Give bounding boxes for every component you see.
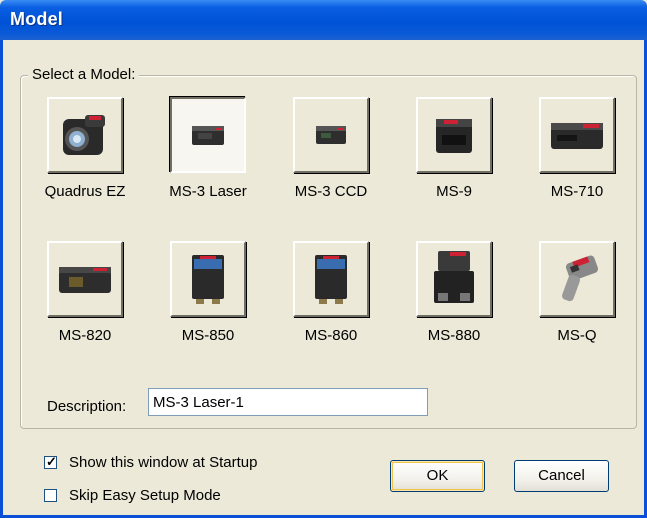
title-bar[interactable]: Model <box>0 0 647 40</box>
model-button[interactable] <box>293 241 369 317</box>
model-button[interactable] <box>293 97 369 173</box>
model-label: MS-3 Laser <box>169 183 247 200</box>
model-option-ms-3-laser[interactable]: MS-3 Laser <box>152 97 264 200</box>
checkbox-checked[interactable]: ✓ <box>44 454 57 469</box>
model-option-ms-q[interactable]: MS-Q <box>521 241 633 344</box>
checkmark-icon: ✓ <box>46 454 57 469</box>
model-button[interactable] <box>47 241 123 317</box>
show-startup-label: Show this window at Startup <box>69 454 258 471</box>
window-title: Model <box>10 9 63 29</box>
skip-easy-setup-label: Skip Easy Setup Mode <box>69 487 221 504</box>
model-option-ms-860[interactable]: MS-860 <box>275 241 387 344</box>
model-option-ms-9[interactable]: MS-9 <box>398 97 510 200</box>
window-border-left <box>0 40 3 518</box>
model-option-ms-850[interactable]: MS-850 <box>152 241 264 344</box>
model-option-quadrus-ez[interactable]: Quadrus EZ <box>29 97 141 200</box>
model-button[interactable] <box>416 241 492 317</box>
model-button[interactable] <box>416 97 492 173</box>
model-option-ms-880[interactable]: MS-880 <box>398 241 510 344</box>
model-option-ms-3-ccd[interactable]: MS-3 CCD <box>275 97 387 200</box>
ms710-scanner-icon <box>551 123 603 149</box>
groupbox-label: Select a Model: <box>28 66 140 83</box>
description-label: Description: <box>47 398 127 415</box>
description-field[interactable] <box>148 388 428 416</box>
ms820-scanner-icon <box>59 267 111 293</box>
model-label: MS-9 <box>436 183 472 200</box>
msq-handheld-scanner-icon <box>562 255 599 302</box>
ms9-scanner-icon <box>436 119 472 153</box>
model-option-ms-820[interactable]: MS-820 <box>29 241 141 344</box>
model-label: MS-3 CCD <box>294 183 368 200</box>
skip-easy-setup-checkbox[interactable]: Skip Easy Setup Mode <box>44 487 221 504</box>
model-label: MS-820 <box>58 327 112 344</box>
ms3-laser-scanner-icon <box>192 126 224 145</box>
model-label: Quadrus EZ <box>44 183 126 200</box>
cancel-button[interactable]: Cancel <box>514 460 609 492</box>
model-button[interactable] <box>170 241 246 317</box>
model-button[interactable] <box>47 97 123 173</box>
ms850-scanner-icon <box>192 255 224 304</box>
model-option-ms-710[interactable]: MS-710 <box>521 97 633 200</box>
ms860-scanner-icon <box>315 255 347 304</box>
ms880-scanner-icon <box>434 251 474 303</box>
model-label: MS-850 <box>181 327 235 344</box>
ok-button[interactable]: OK <box>390 460 485 492</box>
model-label: MS-880 <box>427 327 481 344</box>
quadrus-ez-scanner-icon <box>63 115 105 155</box>
model-button[interactable] <box>539 241 615 317</box>
model-button[interactable] <box>539 97 615 173</box>
model-label: MS-860 <box>304 327 358 344</box>
model-label: MS-Q <box>557 327 597 344</box>
model-label: MS-710 <box>550 183 604 200</box>
model-button-selected[interactable] <box>170 97 246 173</box>
ms3-ccd-scanner-icon <box>316 126 346 144</box>
checkbox-unchecked[interactable] <box>44 489 57 502</box>
show-startup-checkbox[interactable]: ✓ Show this window at Startup <box>44 454 257 471</box>
